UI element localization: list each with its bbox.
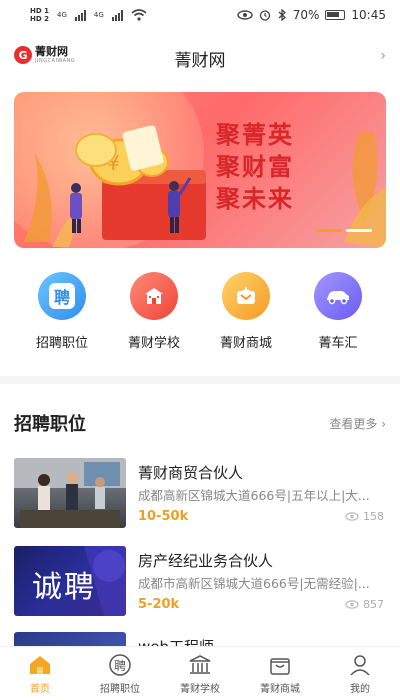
slogan-line: 聚菁英 — [216, 120, 294, 149]
eye-icon — [345, 600, 359, 609]
tab-label: 首页 — [30, 683, 50, 695]
eye-icon — [237, 10, 253, 20]
school-icon — [130, 272, 178, 320]
tab-shop[interactable]: 菁财商城 — [240, 653, 320, 695]
job-title: 菁财商贸合伙人 — [138, 464, 244, 482]
pagination-dot-active[interactable] — [316, 229, 342, 232]
logo-subtext: JINGCAIWANG — [35, 58, 76, 64]
home-icon — [28, 653, 52, 677]
logo-text: 菁财网 — [35, 45, 68, 58]
quicknav-label: 招聘职位 — [35, 336, 88, 351]
signal-icon — [74, 9, 86, 21]
banner-slogan: 聚菁英 聚财富 聚未来 — [216, 120, 294, 214]
school-icon — [188, 653, 212, 677]
quicknav-school[interactable]: 菁财学校 — [114, 272, 194, 362]
shop-icon — [222, 272, 270, 320]
job-desc: 成都市高新区锦城大道666号|无需经验|... — [138, 576, 370, 591]
battery-percent: 70% — [292, 8, 320, 22]
net2-label: 4G — [93, 11, 104, 19]
job-title: 房产经纪业务合伙人 — [138, 552, 274, 570]
tab-profile[interactable]: 我的 — [320, 653, 400, 695]
thumb-text: 诚聘 — [32, 570, 96, 605]
quicknav-label: 菁财学校 — [127, 336, 180, 351]
quicknav-shop[interactable]: 菁财商城 — [206, 272, 286, 362]
bluetooth-icon — [278, 9, 286, 21]
chevron-right-icon[interactable]: › — [380, 48, 386, 64]
svg-text:聘: 聘 — [114, 659, 126, 673]
signal-icon-2 — [111, 9, 123, 21]
tab-label: 我的 — [350, 683, 370, 695]
logo-mark-icon: G — [14, 46, 32, 64]
section-divider — [0, 376, 400, 384]
jobs-section-header: 招聘职位 查看更多 › — [14, 408, 386, 438]
tab-label: 菁财商城 — [260, 683, 300, 695]
job-views: 158 — [345, 510, 384, 523]
sim1-label: HD 1 — [30, 7, 49, 15]
tab-label: 招聘职位 — [100, 683, 140, 695]
eye-icon — [345, 512, 359, 521]
job-salary: 10-50k — [138, 509, 189, 524]
quicknav-label: 菁车汇 — [318, 336, 358, 351]
car-icon — [314, 272, 362, 320]
section-title: 招聘职位 — [14, 414, 86, 435]
tab-label: 菁财学校 — [180, 683, 220, 695]
tab-home[interactable]: 首页 — [0, 653, 80, 695]
job-thumbnail: 诚聘 — [14, 546, 126, 616]
alarm-icon — [259, 10, 270, 21]
sim2-label: HD 2 — [30, 15, 49, 23]
job-thumbnail — [14, 458, 126, 528]
logo: G 菁财网 JINGCAIWANG — [14, 46, 75, 64]
recruit-icon: 聘 — [108, 653, 132, 677]
net1-label: 4G — [56, 11, 67, 19]
user-icon — [348, 653, 372, 677]
job-list-item[interactable]: 诚聘 房产经纪业务合伙人 成都市高新区锦城大道666号|无需经验|... 5-2… — [14, 546, 386, 616]
quicknav-recruit[interactable]: 聘 招聘职位 — [22, 272, 102, 362]
job-views: 857 — [345, 598, 384, 611]
job-list-item[interactable]: 菁财商贸合伙人 成都高新区锦城大道666号|五年以上|大... 10-50k 1… — [14, 458, 386, 528]
tab-school[interactable]: 菁财学校 — [160, 653, 240, 695]
slogan-line: 聚未来 — [216, 184, 294, 213]
banner-illustration: ¥ — [24, 125, 386, 248]
promo-banner[interactable]: ¥ 聚菁英 聚财富 聚未来 — [14, 92, 386, 248]
job-salary: 5-20k — [138, 597, 180, 612]
quicknav-car[interactable]: 菁车汇 — [298, 272, 378, 362]
tab-recruit[interactable]: 聘 招聘职位 — [80, 653, 160, 695]
shop-icon — [268, 653, 292, 677]
pagination-dot[interactable] — [346, 229, 372, 232]
quick-nav: 聘 招聘职位 菁财学校 菁财商城 菁车汇 — [0, 272, 400, 362]
battery-icon — [325, 10, 346, 20]
banner-pagination[interactable] — [316, 229, 372, 232]
wifi-icon — [131, 9, 147, 21]
job-desc: 成都高新区锦城大道666号|五年以上|大... — [138, 488, 370, 503]
clock: 10:45 — [351, 8, 386, 22]
app-header: G 菁财网 JINGCAIWANG 菁财网 › — [0, 36, 400, 80]
status-bar: HD 1 HD 2 4G 4G 70% 10:45 — [0, 0, 400, 30]
quicknav-label: 菁财商城 — [219, 336, 272, 351]
recruit-icon: 聘 — [38, 272, 86, 320]
slogan-line: 聚财富 — [216, 152, 294, 181]
bottom-tab-bar: 首页 聘 招聘职位 菁财学校 菁财商城 我的 — [0, 646, 400, 700]
chevron-right-icon: › — [381, 416, 386, 431]
view-more-link[interactable]: 查看更多 › — [329, 415, 386, 432]
page-title: 菁财网 — [174, 50, 226, 71]
